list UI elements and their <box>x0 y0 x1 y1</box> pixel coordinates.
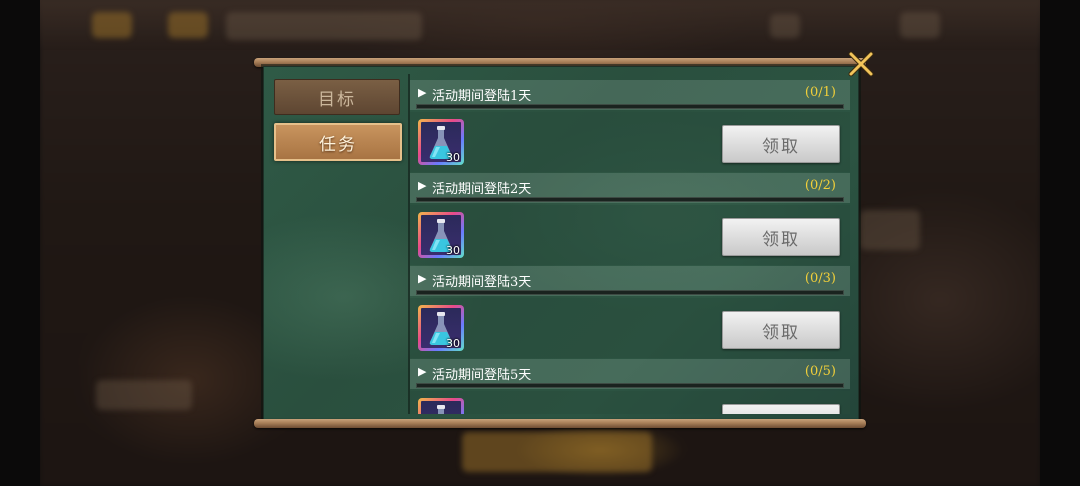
expand-triangle-icon: ▶ <box>418 272 427 285</box>
claim-button[interactable]: 领取 <box>722 218 840 256</box>
reward-item[interactable]: 30 <box>418 305 464 351</box>
task-progress-bar <box>416 290 844 295</box>
close-x-icon[interactable] <box>846 49 876 79</box>
task-header: ▶ 活动期间登陆3天 (0/3) <box>410 266 850 296</box>
background-label <box>860 210 920 250</box>
reward-quantity: 30 <box>446 337 460 350</box>
reward-quantity: 30 <box>446 151 460 164</box>
task-reward-area: 30 领取 <box>410 112 850 172</box>
task-title: 活动期间登陆2天 <box>432 182 532 197</box>
task-progress-bar <box>416 197 844 202</box>
background-button <box>462 432 652 472</box>
task-title: 活动期间登陆5天 <box>432 368 532 383</box>
background-icon <box>168 12 208 38</box>
task-progress-text: (0/5) <box>804 364 836 379</box>
reward-quantity: 30 <box>446 244 460 257</box>
claim-button[interactable]: 领取 <box>722 311 840 349</box>
background-title <box>226 12 422 40</box>
expand-triangle-icon: ▶ <box>418 365 427 378</box>
task-header: ▶ 活动期间登陆1天 (0/1) <box>410 80 850 110</box>
background-icon <box>900 12 940 38</box>
task-progress-bar <box>416 383 844 388</box>
background-icon <box>92 12 132 38</box>
reward-item[interactable]: 30 <box>418 212 464 258</box>
left-edge <box>0 0 40 486</box>
reward-item[interactable] <box>418 398 464 414</box>
expand-triangle-icon: ▶ <box>418 179 427 192</box>
tab-task[interactable]: 任务 <box>274 123 402 161</box>
reward-item[interactable]: 30 <box>418 119 464 165</box>
task-progress-bar <box>416 104 844 109</box>
task-title: 活动期间登陆3天 <box>432 275 532 290</box>
background-icon <box>770 14 800 38</box>
background-label <box>96 380 192 410</box>
task-reward-area: 30 领取 <box>410 205 850 265</box>
task-list[interactable]: ▶ 活动期间登陆1天 (0/1) 30 领取 ▶ 活动期间登陆2天 (0/2) … <box>408 74 850 414</box>
task-header: ▶ 活动期间登陆5天 (0/5) <box>410 359 850 389</box>
task-progress-text: (0/1) <box>804 85 836 100</box>
task-header: ▶ 活动期间登陆2天 (0/2) <box>410 173 850 203</box>
task-reward-area: 30 领取 <box>410 298 850 358</box>
claim-button[interactable]: 领取 <box>722 125 840 163</box>
scroll-rod-bottom <box>254 419 866 428</box>
task-progress-text: (0/3) <box>804 271 836 286</box>
expand-triangle-icon: ▶ <box>418 86 427 99</box>
tab-target[interactable]: 目标 <box>274 79 400 115</box>
right-edge <box>1040 0 1080 486</box>
task-reward-area <box>410 391 850 414</box>
claim-button[interactable] <box>722 404 840 414</box>
task-title: 活动期间登陆1天 <box>432 89 532 104</box>
task-progress-text: (0/2) <box>804 178 836 193</box>
